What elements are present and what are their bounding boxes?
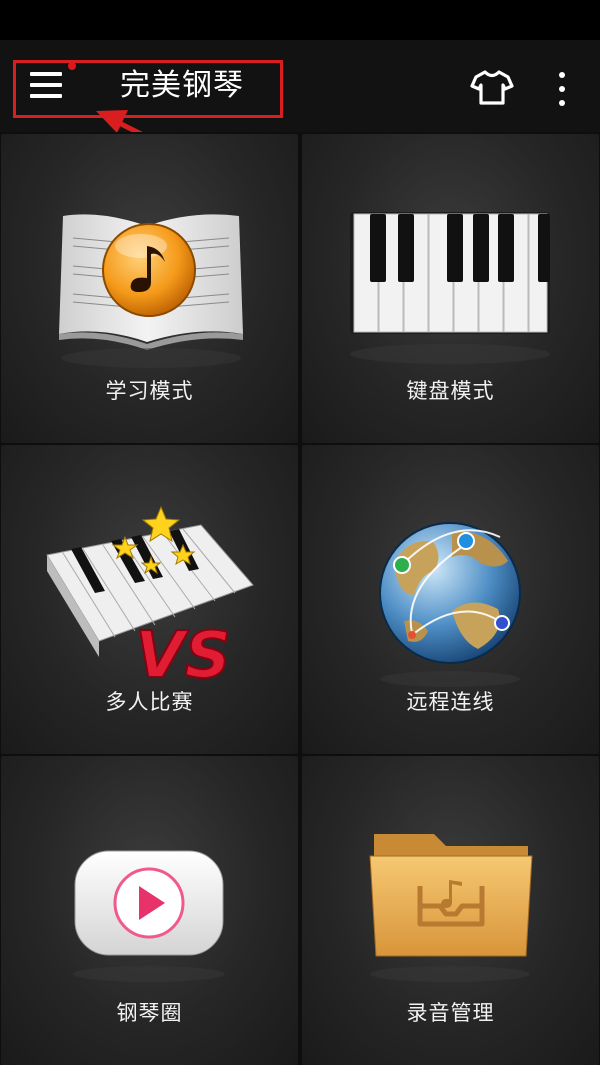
tile-label: 远程连线 xyxy=(406,690,495,714)
tile-keyboard-mode[interactable]: 键盘模式 xyxy=(302,134,599,443)
tshirt-icon xyxy=(470,70,514,105)
tile-label: 键盘模式 xyxy=(406,379,495,403)
tile-multiplayer[interactable]: VS 多人比赛 xyxy=(1,445,298,754)
tile-label: 多人比赛 xyxy=(105,690,194,714)
tile-learn-mode[interactable]: 学习模式 xyxy=(1,134,298,443)
tile-label: 钢琴圈 xyxy=(116,1001,183,1025)
tile-recordings[interactable]: 录音管理 xyxy=(302,756,599,1065)
tile-piano-circle[interactable]: 钢琴圈 xyxy=(1,756,298,1065)
tile-label: 学习模式 xyxy=(105,379,194,403)
tile-label: 录音管理 xyxy=(406,1001,495,1025)
svg-text:VS: VS xyxy=(135,619,231,693)
tile-remote-connect[interactable]: 远程连线 xyxy=(302,445,599,754)
mode-grid: 学习模式 键盘模式 VS 多人比赛 远程连线 钢琴圈 录音管理 xyxy=(0,132,600,1065)
app-bar: 完美钢琴 xyxy=(0,40,600,132)
annotation-highlight-box xyxy=(13,60,283,118)
overflow-menu-button[interactable] xyxy=(552,70,572,110)
status-bar xyxy=(0,0,600,40)
theme-button[interactable] xyxy=(470,68,514,106)
